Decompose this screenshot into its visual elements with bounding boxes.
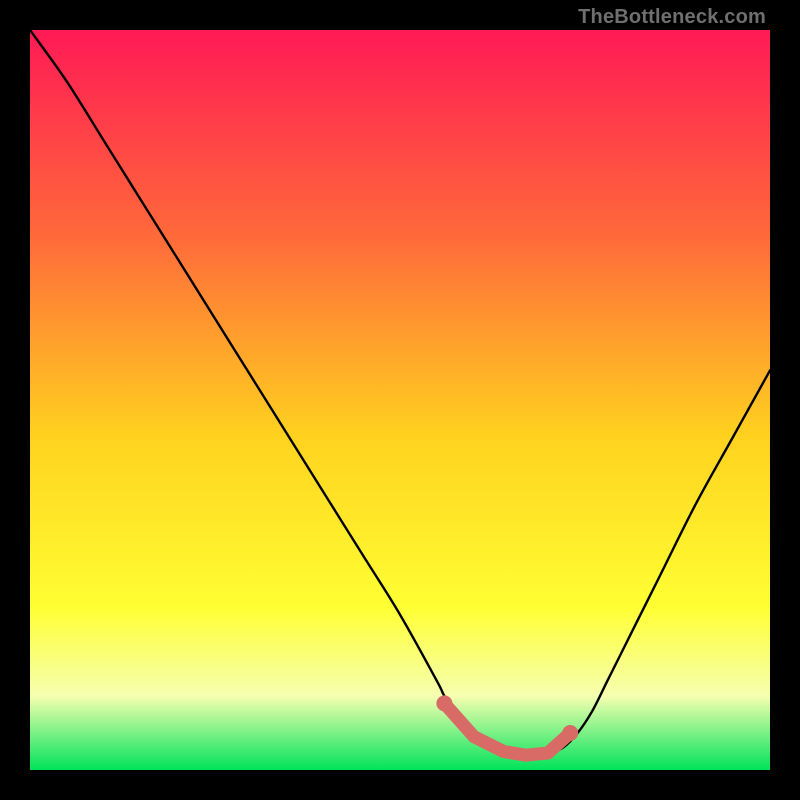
chart-stage: TheBottleneck.com	[0, 0, 800, 800]
plot-area	[30, 30, 770, 770]
watermark-text: TheBottleneck.com	[578, 6, 766, 29]
curve-layer	[30, 30, 770, 770]
bottleneck-curve	[30, 30, 770, 756]
optimal-range-start-dot	[436, 695, 452, 711]
optimal-range-line	[444, 703, 570, 755]
optimal-range-markers	[436, 695, 578, 755]
optimal-range-end-dot	[562, 725, 578, 741]
